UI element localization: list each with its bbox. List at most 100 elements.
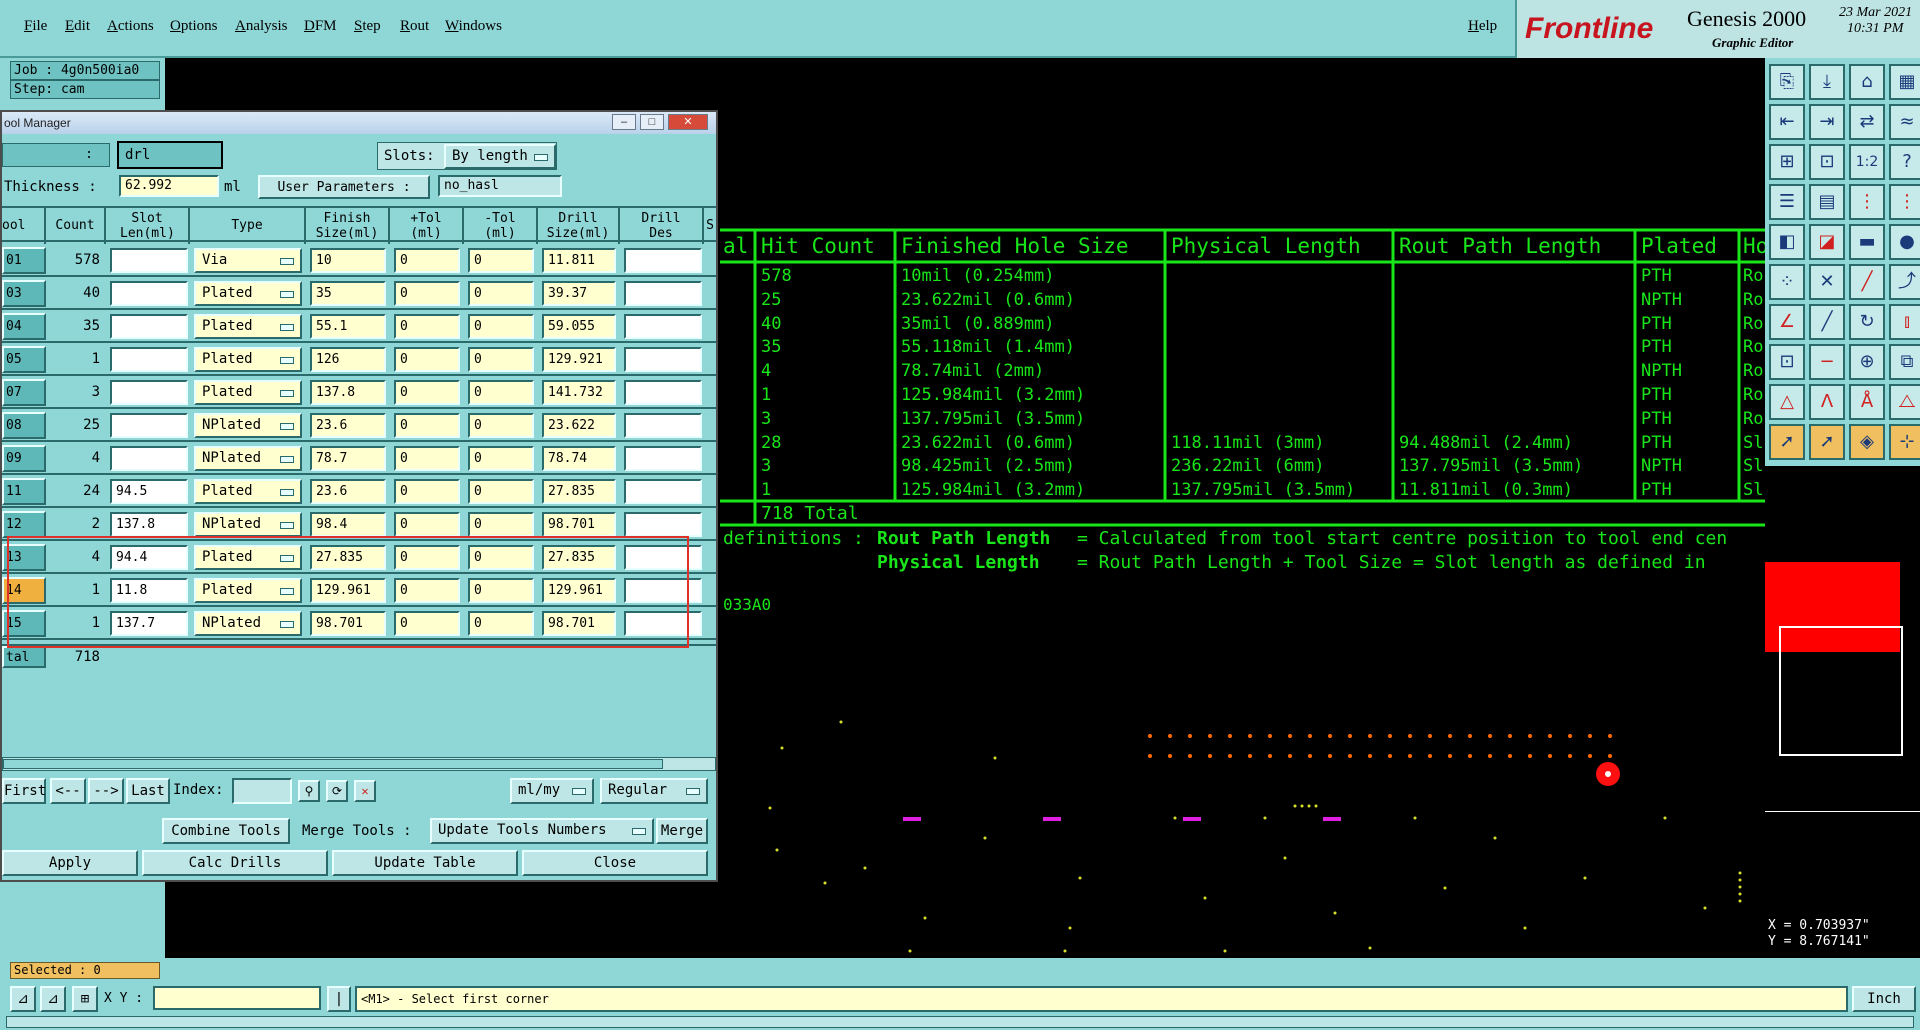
pan-icon[interactable]: ≈ (1889, 104, 1920, 140)
cell-drill[interactable]: 129.921 (542, 347, 616, 372)
cell-slot[interactable] (110, 413, 188, 438)
tool-number[interactable]: 04 (2, 313, 46, 340)
merge-button[interactable]: Merge (656, 818, 708, 844)
cell-slot[interactable] (110, 347, 188, 372)
cell-des[interactable] (624, 413, 702, 438)
cell-des[interactable] (624, 281, 702, 306)
cell-drill[interactable]: 39.37 (542, 281, 616, 306)
cell-slot[interactable] (110, 281, 188, 306)
slash-icon[interactable]: ╱ (1809, 304, 1845, 340)
cell-type[interactable]: NPlated (194, 413, 302, 438)
menu-file[interactable]: File (24, 18, 47, 35)
cell-des[interactable] (624, 512, 702, 537)
import-icon[interactable]: ⇤ (1769, 104, 1805, 140)
cell-drill[interactable]: 98.701 (542, 512, 616, 537)
polygon-icon[interactable]: ⧍ (1889, 384, 1920, 420)
grid-icon[interactable]: ▤ (1809, 184, 1845, 220)
apply-button[interactable]: Apply (2, 850, 138, 876)
layers-icon[interactable]: ☰ (1769, 184, 1805, 220)
line-icon[interactable]: ╱ (1849, 264, 1885, 300)
cell-drill[interactable]: 141.732 (542, 380, 616, 405)
tool-row[interactable]: 04 35 Plated 55.1 0 0 59.055 (2, 310, 716, 343)
maximize-icon[interactable]: □ (640, 114, 664, 130)
shape-icon[interactable]: Å (1849, 384, 1885, 420)
close-button[interactable]: Close (522, 850, 708, 876)
cell-finish[interactable]: 55.1 (310, 314, 386, 339)
cell-des[interactable] (624, 479, 702, 504)
cell-slot[interactable]: 137.8 (110, 512, 188, 537)
pointer2-icon[interactable]: ➚ (1809, 424, 1845, 460)
scrollbar-thumb[interactable] (3, 759, 663, 769)
cell-mtol[interactable]: 0 (468, 380, 534, 405)
cell-type[interactable]: Plated (194, 281, 302, 306)
tool-number[interactable]: 05 (2, 346, 46, 373)
delete-icon[interactable]: ✕ (354, 780, 376, 802)
cell-finish[interactable]: 23.6 (310, 413, 386, 438)
route-icon[interactable]: ⤴ (1889, 264, 1920, 300)
minimize-icon[interactable]: – (612, 114, 636, 130)
cell-ptol[interactable]: 0 (394, 248, 460, 273)
cell-slot[interactable] (110, 248, 188, 273)
horizontal-scrollbar[interactable] (2, 757, 716, 771)
close-icon[interactable]: ✕ (668, 114, 708, 130)
index-input[interactable] (232, 778, 292, 804)
update-table-button[interactable]: Update Table (332, 850, 518, 876)
slots-dropdown[interactable]: By length (444, 144, 556, 169)
save-icon[interactable]: ⤓ (1809, 64, 1845, 100)
cell-slot[interactable]: 94.5 (110, 479, 188, 504)
home-icon[interactable]: ⌂ (1849, 64, 1885, 100)
cell-type[interactable]: Plated (194, 347, 302, 372)
tool-number[interactable]: 09 (2, 445, 46, 472)
diagonal-icon[interactable]: ∠ (1769, 304, 1805, 340)
zoom-fit-icon[interactable]: ⊡ (1809, 144, 1845, 180)
fit-icon[interactable]: ⊞ (1769, 144, 1805, 180)
cell-des[interactable] (624, 314, 702, 339)
cell-type[interactable]: Plated (194, 479, 302, 504)
mode-dropdown[interactable]: Regular (600, 778, 708, 804)
scale-icon[interactable]: 1:2 (1849, 144, 1885, 180)
tool-row[interactable]: 07 3 Plated 137.8 0 0 141.732 (2, 376, 716, 409)
cell-ptol[interactable]: 0 (394, 281, 460, 306)
cell-finish[interactable]: 78.7 (310, 446, 386, 471)
pad-icon[interactable]: ● (1889, 224, 1920, 260)
tool-row[interactable]: 08 25 NPlated 23.6 0 0 23.622 (2, 409, 716, 442)
cell-ptol[interactable]: 0 (394, 347, 460, 372)
cell-drill[interactable]: 27.835 (542, 479, 616, 504)
menu-step[interactable]: Step (354, 18, 381, 35)
cell-drill[interactable]: 23.622 (542, 413, 616, 438)
cell-ptol[interactable]: 0 (394, 512, 460, 537)
zoom-in-icon[interactable]: ⊿ (10, 986, 36, 1012)
menu-actions[interactable]: Actions (107, 18, 154, 35)
mirror-icon[interactable]: ⫾ (1889, 304, 1920, 340)
cell-type[interactable]: NPlated (194, 446, 302, 471)
cell-mtol[interactable]: 0 (468, 446, 534, 471)
cell-des[interactable] (624, 446, 702, 471)
cell-des[interactable] (624, 380, 702, 405)
cell-ptol[interactable]: 0 (394, 380, 460, 405)
tool-number[interactable]: 03 (2, 280, 46, 307)
grid-toggle-icon[interactable]: ⊞ (72, 986, 98, 1012)
tool-number[interactable]: 11 (2, 478, 46, 505)
tool-row[interactable]: 11 24 94.5 Plated 23.6 0 0 27.835 (2, 475, 716, 508)
tool-manager-titlebar[interactable]: ool Manager – □ ✕ (2, 112, 716, 134)
cell-mtol[interactable]: 0 (468, 314, 534, 339)
minimap[interactable] (1765, 466, 1920, 906)
snap-grid-icon[interactable]: ⊹ (1889, 424, 1920, 460)
help-icon[interactable]: ? (1889, 144, 1920, 180)
layer-input[interactable]: drl (117, 141, 223, 169)
combine-tools-button[interactable]: Combine Tools (162, 818, 290, 844)
cell-finish[interactable]: 10 (310, 248, 386, 273)
net-icon[interactable]: ⋮ (1849, 184, 1885, 220)
tool-number[interactable]: 01 (2, 247, 46, 274)
cell-ptol[interactable]: 0 (394, 479, 460, 504)
cell-type[interactable]: Plated (194, 314, 302, 339)
snap-icon[interactable]: ⊡ (1769, 344, 1805, 380)
cell-finish[interactable]: 98.4 (310, 512, 386, 537)
last-button[interactable]: Last (126, 778, 170, 804)
cell-mtol[interactable]: 0 (468, 512, 534, 537)
cell-ptol[interactable]: 0 (394, 314, 460, 339)
next-button[interactable]: --> (88, 778, 124, 804)
tool-number[interactable]: 12 (2, 511, 46, 538)
cross-icon[interactable]: ✕ (1809, 264, 1845, 300)
group-icon[interactable]: ⧉ (1889, 344, 1920, 380)
